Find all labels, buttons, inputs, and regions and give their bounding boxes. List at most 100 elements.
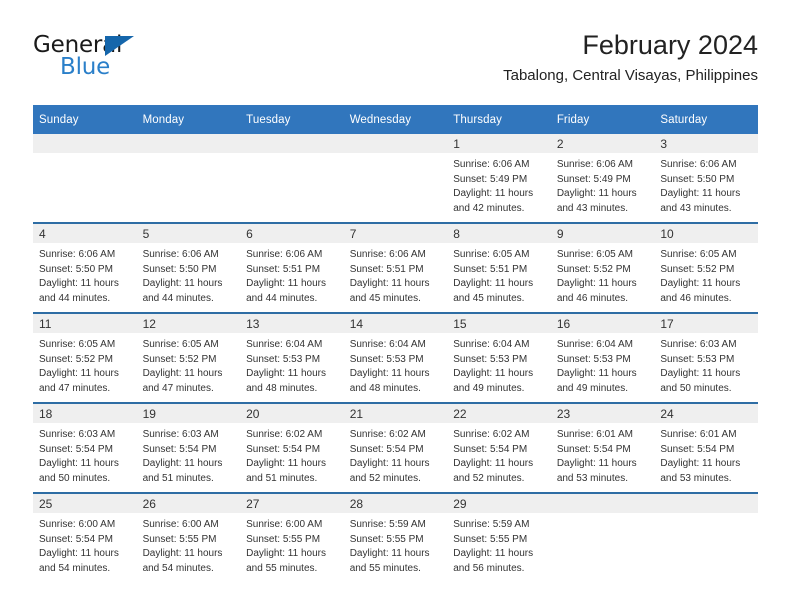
sunrise-text: Sunrise: 6:05 AM <box>660 249 737 260</box>
day-details: Sunrise: 6:03 AM Sunset: 5:54 PM Daylight:… <box>33 423 137 486</box>
weekday-header-saturday: Saturday <box>654 105 758 134</box>
day-cell[interactable]: 2 Sunrise: 6:06 AM Sunset: 5:49 PM Daylight… <box>550 134 655 222</box>
calendar-cell <box>136 134 241 223</box>
daylight-text: Daylight: 11 hours and 46 minutes. <box>556 278 637 304</box>
day-number: 15 <box>447 314 551 333</box>
calendar-cell: 11 Sunrise: 6:05 AM Sunset: 5:52 PM Dayligh… <box>33 312 137 403</box>
day-cell-empty <box>136 134 241 222</box>
daylight-text: Daylight: 11 hours and 56 minutes. <box>453 548 534 574</box>
day-details: Sunrise: 6:05 AM Sunset: 5:51 PM Daylight:… <box>447 243 551 306</box>
day-number: 13 <box>240 314 344 333</box>
day-cell[interactable]: 29 Sunrise: 5:59 AM Sunset: 5:55 PM Dayligh… <box>447 494 551 582</box>
day-cell[interactable]: 16 Sunrise: 6:04 AM Sunset: 5:53 PM Dayligh… <box>550 314 655 402</box>
day-cell[interactable]: 15 Sunrise: 6:04 AM Sunset: 5:53 PM Dayligh… <box>447 314 551 402</box>
sunrise-text: Sunrise: 6:00 AM <box>142 519 219 530</box>
day-cell[interactable]: 28 Sunrise: 5:59 AM Sunset: 5:55 PM Dayligh… <box>343 494 448 582</box>
sunrise-text: Sunrise: 6:06 AM <box>142 249 219 260</box>
sunrise-text: Sunrise: 5:59 AM <box>453 519 530 530</box>
daylight-text: Daylight: 11 hours and 44 minutes. <box>246 278 326 304</box>
day-cell[interactable]: 6 Sunrise: 6:06 AM Sunset: 5:51 PM Daylight… <box>240 224 344 312</box>
day-cell[interactable]: 7 Sunrise: 6:06 AM Sunset: 5:51 PM Daylight… <box>343 224 448 312</box>
day-cell[interactable]: 18 Sunrise: 6:03 AM Sunset: 5:54 PM Dayligh… <box>33 404 137 492</box>
daylight-text: Daylight: 11 hours and 42 minutes. <box>453 188 534 214</box>
weekday-header-row: Sunday Monday Tuesday Wednesday Thursday… <box>33 105 758 134</box>
day-number: 3 <box>654 134 758 153</box>
day-cell[interactable]: 12 Sunrise: 6:05 AM Sunset: 5:52 PM Dayligh… <box>136 314 241 402</box>
sunset-text: Sunset: 5:54 PM <box>660 443 735 455</box>
title-block: February 2024 Tabalong, Central Visayas,… <box>503 28 758 87</box>
daylight-text: Daylight: 11 hours and 49 minutes. <box>453 368 534 394</box>
day-cell[interactable]: 24 Sunrise: 6:01 AM Sunset: 5:54 PM Dayligh… <box>654 404 758 492</box>
calendar-cell: 12 Sunrise: 6:05 AM Sunset: 5:52 PM Dayligh… <box>136 312 241 403</box>
day-cell[interactable]: 5 Sunrise: 6:06 AM Sunset: 5:50 PM Daylight… <box>136 224 241 312</box>
sunrise-text: Sunrise: 6:05 AM <box>556 249 633 260</box>
page-header: General Blue February 2024 Tabalong, Cen… <box>33 28 758 98</box>
day-number: 19 <box>136 404 241 423</box>
sunset-text: Sunset: 5:51 PM <box>349 263 424 275</box>
sunset-text: Sunset: 5:55 PM <box>349 533 424 545</box>
day-number: 7 <box>343 224 448 243</box>
day-cell[interactable]: 23 Sunrise: 6:01 AM Sunset: 5:54 PM Dayligh… <box>550 404 655 492</box>
calendar-cell <box>33 134 137 223</box>
sunrise-text: Sunrise: 6:05 AM <box>39 339 116 350</box>
calendar-cell: 27 Sunrise: 6:00 AM Sunset: 5:55 PM Dayligh… <box>240 492 344 582</box>
day-cell[interactable]: 21 Sunrise: 6:02 AM Sunset: 5:54 PM Dayligh… <box>343 404 448 492</box>
day-details: Sunrise: 6:06 AM Sunset: 5:50 PM Daylight:… <box>33 243 137 306</box>
day-cell-empty <box>550 494 655 582</box>
day-number: 9 <box>550 224 655 243</box>
day-details: Sunrise: 6:00 AM Sunset: 5:55 PM Daylight:… <box>137 513 241 576</box>
sunrise-text: Sunrise: 6:03 AM <box>142 429 219 440</box>
day-cell[interactable]: 10 Sunrise: 6:05 AM Sunset: 5:52 PM Dayligh… <box>654 224 758 312</box>
sunrise-text: Sunrise: 6:02 AM <box>453 429 530 440</box>
day-number <box>654 494 758 513</box>
day-cell[interactable]: 25 Sunrise: 6:00 AM Sunset: 5:54 PM Dayligh… <box>33 494 137 582</box>
day-cell[interactable]: 11 Sunrise: 6:05 AM Sunset: 5:52 PM Dayligh… <box>33 314 137 402</box>
day-details: Sunrise: 6:05 AM Sunset: 5:52 PM Daylight:… <box>551 243 655 306</box>
day-number: 16 <box>550 314 655 333</box>
sunset-text: Sunset: 5:54 PM <box>142 443 217 455</box>
sunset-text: Sunset: 5:50 PM <box>660 173 735 185</box>
sunrise-text: Sunrise: 6:04 AM <box>246 339 323 350</box>
day-number <box>33 134 137 153</box>
sunset-text: Sunset: 5:52 PM <box>660 263 735 275</box>
sunrise-text: Sunrise: 6:06 AM <box>453 159 530 170</box>
day-cell[interactable]: 14 Sunrise: 6:04 AM Sunset: 5:53 PM Dayligh… <box>343 314 448 402</box>
calendar-cell: 18 Sunrise: 6:03 AM Sunset: 5:54 PM Dayligh… <box>33 402 137 493</box>
day-cell[interactable]: 17 Sunrise: 6:03 AM Sunset: 5:53 PM Dayligh… <box>654 314 758 402</box>
day-cell[interactable]: 8 Sunrise: 6:05 AM Sunset: 5:51 PM Daylight… <box>447 224 551 312</box>
day-cell[interactable]: 27 Sunrise: 6:00 AM Sunset: 5:55 PM Dayligh… <box>240 494 344 582</box>
day-cell[interactable]: 3 Sunrise: 6:06 AM Sunset: 5:50 PM Daylight… <box>654 134 758 222</box>
day-cell[interactable]: 26 Sunrise: 6:00 AM Sunset: 5:55 PM Dayligh… <box>136 494 241 582</box>
day-number <box>136 134 241 153</box>
day-cell[interactable]: 20 Sunrise: 6:02 AM Sunset: 5:54 PM Dayligh… <box>240 404 344 492</box>
day-cell[interactable]: 22 Sunrise: 6:02 AM Sunset: 5:54 PM Dayligh… <box>447 404 551 492</box>
calendar-cell: 1 Sunrise: 6:06 AM Sunset: 5:49 PM Daylight… <box>447 134 551 223</box>
sunset-text: Sunset: 5:52 PM <box>142 353 217 365</box>
day-cell[interactable]: 1 Sunrise: 6:06 AM Sunset: 5:49 PM Daylight… <box>447 134 551 222</box>
daylight-text: Daylight: 11 hours and 51 minutes. <box>142 458 223 484</box>
daylight-text: Daylight: 11 hours and 48 minutes. <box>246 368 326 394</box>
day-details: Sunrise: 6:01 AM Sunset: 5:54 PM Daylight:… <box>654 423 758 486</box>
sunset-text: Sunset: 5:53 PM <box>453 353 528 365</box>
calendar-cell: 6 Sunrise: 6:06 AM Sunset: 5:51 PM Daylight… <box>240 222 344 313</box>
daylight-text: Daylight: 11 hours and 54 minutes. <box>142 548 223 574</box>
day-cell-empty <box>240 134 344 222</box>
day-details: Sunrise: 6:02 AM Sunset: 5:54 PM Daylight:… <box>344 423 448 486</box>
day-number: 12 <box>136 314 241 333</box>
day-cell[interactable]: 4 Sunrise: 6:06 AM Sunset: 5:50 PM Daylight… <box>33 224 137 312</box>
sunrise-text: Sunrise: 6:06 AM <box>349 249 426 260</box>
day-cell[interactable]: 19 Sunrise: 6:03 AM Sunset: 5:54 PM Dayligh… <box>136 404 241 492</box>
day-details: Sunrise: 6:06 AM Sunset: 5:49 PM Daylight:… <box>447 153 551 216</box>
sunset-text: Sunset: 5:54 PM <box>453 443 528 455</box>
calendar-cell: 24 Sunrise: 6:01 AM Sunset: 5:54 PM Dayligh… <box>654 402 758 493</box>
day-cell[interactable]: 13 Sunrise: 6:04 AM Sunset: 5:53 PM Dayligh… <box>240 314 344 402</box>
day-cell-empty <box>33 134 137 222</box>
daylight-text: Daylight: 11 hours and 43 minutes. <box>556 188 637 214</box>
general-blue-logo[interactable]: General Blue <box>33 32 263 92</box>
calendar-body: 1 Sunrise: 6:06 AM Sunset: 5:49 PM Daylight… <box>33 134 758 582</box>
location-subtitle: Tabalong, Central Visayas, Philippines <box>503 67 758 84</box>
sunset-text: Sunset: 5:53 PM <box>660 353 735 365</box>
sunrise-text: Sunrise: 6:00 AM <box>39 519 116 530</box>
day-cell[interactable]: 9 Sunrise: 6:05 AM Sunset: 5:52 PM Daylight… <box>550 224 655 312</box>
sunset-text: Sunset: 5:54 PM <box>39 533 113 545</box>
